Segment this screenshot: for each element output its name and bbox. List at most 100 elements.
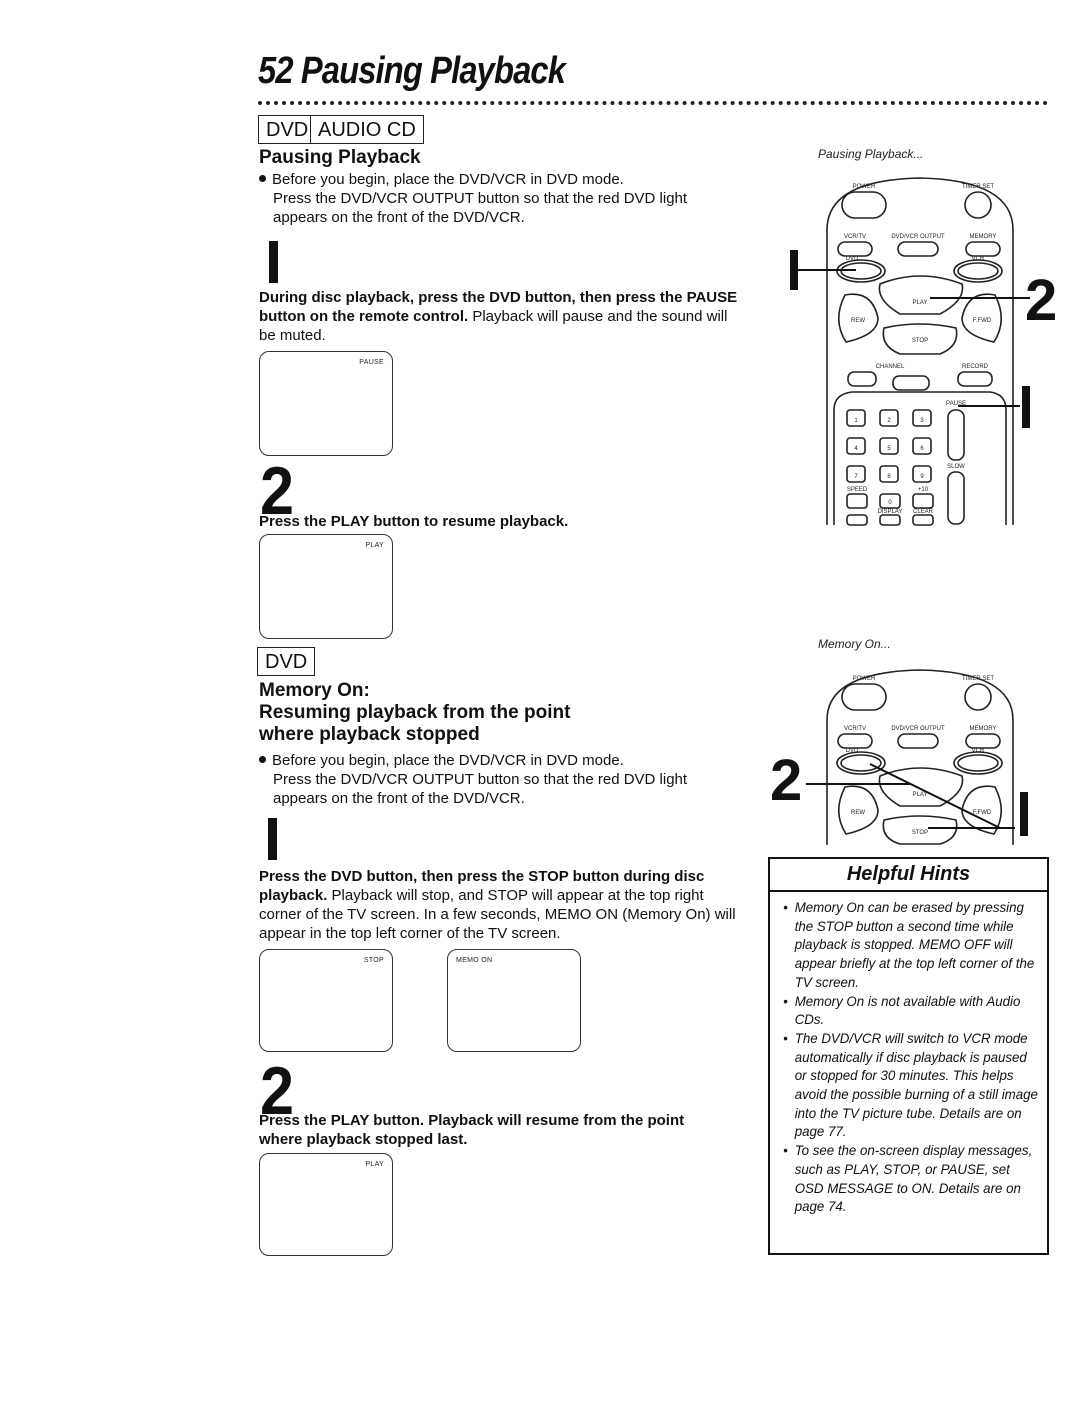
bullet-icon	[259, 756, 266, 763]
step-2-instruction: Press the PLAY button to resume playback…	[259, 513, 569, 530]
osd-label: STOP	[363, 957, 384, 964]
tv-screen-play-resume: PLAY	[259, 1153, 393, 1256]
keypad-frame	[833, 391, 1007, 525]
vcr-tv-button	[837, 733, 873, 749]
digit-key: 4	[854, 446, 858, 452]
page-title: 52 Pausing Playback	[258, 50, 566, 93]
vcr-tv-label: VCR/TV	[844, 234, 866, 240]
timer-set-label: TIMER SET	[962, 184, 994, 190]
page-title-text: Pausing Playback	[300, 50, 566, 92]
prep-note-memory: Before you begin, place the DVD/VCR in D…	[259, 751, 739, 808]
callout-2-marker: 2	[770, 748, 802, 813]
remote-body-outline	[826, 177, 1014, 525]
timer-set-button	[964, 191, 992, 219]
remote-control-illustration-1: POWER TIMER SET VCR/TV DVD/VCR OUTPUT ME…	[790, 177, 1057, 526]
hint-item: To see the on-screen display messages, s…	[783, 1141, 1040, 1216]
power-label: POWER	[853, 184, 876, 190]
timer-set-button	[964, 683, 992, 711]
prep-note: Before you begin, place the DVD/VCR in D…	[259, 170, 739, 227]
stop-label: STOP	[912, 830, 928, 836]
dotted-divider	[258, 101, 1048, 105]
power-button	[841, 191, 887, 219]
power-label: POWER	[853, 676, 876, 682]
record-button	[957, 371, 993, 387]
rew-label: REW	[851, 810, 865, 816]
ffwd-label: F.FWD	[973, 318, 992, 324]
prep-note-line2: Press the DVD/VCR OUTPUT button so that …	[273, 190, 688, 226]
digit-key: 1	[854, 418, 858, 424]
play-button	[878, 275, 964, 315]
page-number: 52	[258, 50, 294, 92]
step-1-instruction: During disc playback, press the DVD butt…	[259, 288, 739, 345]
output-label: DVD/VCR OUTPUT	[891, 234, 945, 240]
bullet-icon	[259, 175, 266, 182]
hint-item: Memory On can be erased by pressing the …	[783, 898, 1040, 992]
channel-label: CHANNEL	[876, 364, 905, 370]
digit-key: 9	[920, 474, 924, 480]
timer-set-label: TIMER SET	[962, 676, 994, 682]
tv-screen-stop: STOP	[259, 949, 393, 1052]
repeat-button	[947, 471, 965, 525]
play-label: PLAY	[913, 300, 928, 306]
vcr-tv-label: VCR/TV	[844, 726, 866, 732]
helpful-hints-title: Helpful Hints	[770, 859, 1047, 892]
mode-tag-audio-cd: AUDIO CD	[310, 115, 424, 144]
heading-line: Resuming playback from the point	[259, 702, 571, 723]
osd-label: PLAY	[365, 542, 384, 549]
output-label: DVD/VCR OUTPUT	[891, 726, 945, 732]
tv-screen-pause: PAUSE	[259, 351, 393, 456]
heading-line: where playback stopped	[259, 724, 480, 745]
helpful-hints-box: Helpful Hints Memory On can be erased by…	[768, 857, 1049, 1255]
digit-key: 6	[920, 446, 924, 452]
dvd-label: DVD	[846, 748, 859, 754]
plus10-label: +10	[918, 487, 929, 493]
step-1-instruction-memory: Press the DVD button, then press the STO…	[259, 867, 739, 943]
speed-label: SPEED	[847, 487, 868, 493]
rew-label: REW	[851, 318, 865, 324]
output-button	[897, 733, 939, 749]
slow-label: SLOW	[947, 464, 965, 470]
hint-item: The DVD/VCR will switch to VCR mode auto…	[783, 1029, 1040, 1141]
callout-1-marker	[1020, 792, 1028, 836]
memory-label: MEMORY	[970, 726, 997, 732]
vcr-label: VCR	[972, 256, 985, 262]
figure-caption-pausing: Pausing Playback...	[818, 147, 924, 161]
heading-line: Memory On:	[259, 680, 370, 701]
section-heading-memory-on: Memory On: Resuming playback from the po…	[259, 680, 739, 746]
digit-key: 7	[854, 474, 858, 480]
callout-2-marker: 2	[1025, 268, 1057, 333]
step-1-text: Playback will stop, and STOP will appear…	[259, 887, 736, 942]
prep-note-line1: Before you begin, place the DVD/VCR in D…	[272, 752, 624, 769]
step-1-marker	[269, 241, 278, 283]
figure-caption-memory: Memory On...	[818, 637, 891, 651]
display-label: DISPLAY	[878, 509, 903, 515]
digit-key: 3	[920, 418, 924, 424]
skip-forward-button	[892, 375, 930, 391]
record-label: RECORD	[962, 364, 989, 370]
prep-note-line1: Before you begin, place the DVD/VCR in D…	[272, 171, 624, 188]
digit-key: 2	[887, 418, 891, 424]
memory-button	[965, 733, 1001, 749]
output-button	[897, 241, 939, 257]
power-button	[841, 683, 887, 711]
helpful-hints-list: Memory On can be erased by pressing the …	[770, 892, 1047, 1216]
remote-control-illustration-2: POWER TIMER SET VCR/TV DVD/VCR OUTPUT ME…	[770, 669, 1028, 845]
callout-1-marker	[790, 250, 798, 290]
mode-tag-dvd: DVD	[258, 115, 317, 144]
tv-screen-memo-on: MEMO ON	[447, 949, 581, 1052]
pause-button	[947, 409, 965, 461]
skip-back-button	[847, 371, 877, 387]
callout-1-marker	[1022, 386, 1030, 428]
play-label: PLAY	[913, 792, 928, 798]
section-heading-pausing: Pausing Playback	[259, 147, 421, 168]
mode-tag-dvd-memory: DVD	[257, 647, 316, 676]
vcr-label: VCR	[972, 748, 985, 754]
digit-key: 5	[887, 446, 891, 452]
digit-key: 8	[887, 474, 891, 480]
step-2-instruction-memory: Press the PLAY button. Playback will res…	[259, 1112, 685, 1148]
osd-label: PLAY	[365, 1161, 384, 1168]
prep-note-line2: Press the DVD/VCR OUTPUT button so that …	[273, 771, 688, 807]
hint-item: Memory On is not available with Audio CD…	[783, 992, 1040, 1029]
osd-label: MEMO ON	[456, 957, 493, 964]
osd-label: PAUSE	[359, 359, 384, 366]
